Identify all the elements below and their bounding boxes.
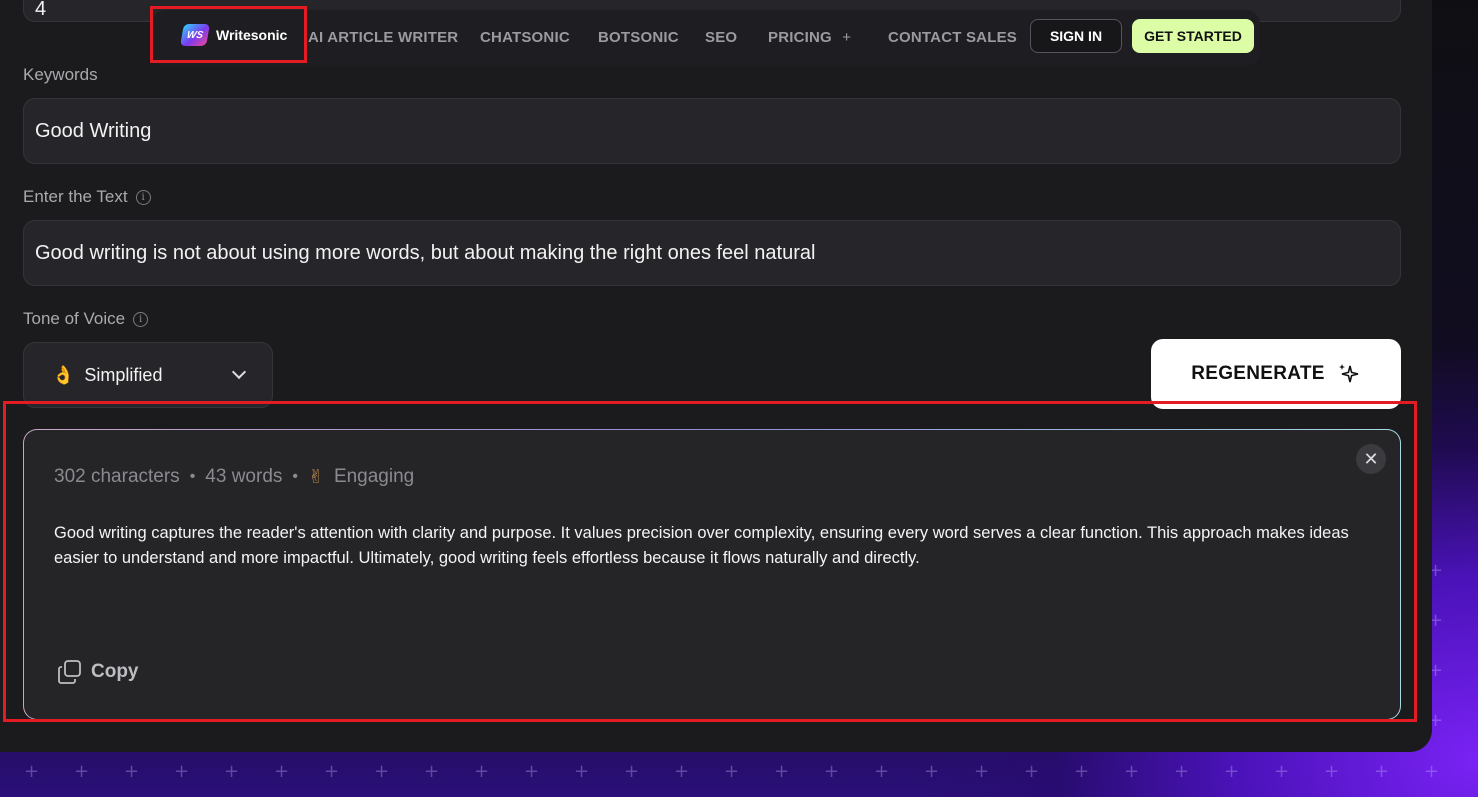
nav-pricing-label: PRICING [768,29,832,46]
keywords-value: Good Writing [35,119,152,142]
nav-seo[interactable]: SEO [705,29,737,46]
keywords-input[interactable]: Good Writing [23,98,1401,164]
get-started-button[interactable]: GET STARTED [1132,19,1254,53]
decorative-plus: + [974,761,990,782]
decorative-plus: + [574,761,590,782]
decorative-plus: + [674,761,690,782]
regenerate-button[interactable]: REGENERATE [1151,339,1401,409]
decorative-plus: + [124,761,140,782]
info-icon[interactable]: i [133,311,149,327]
decorative-plus: + [1374,761,1390,782]
annotation-box-logo [150,6,307,63]
nav-ai-article-writer[interactable]: AI ARTICLE WRITER [308,29,458,46]
nav-pricing[interactable]: PRICING + [768,29,851,46]
decorative-plus: + [374,761,390,782]
top-navbar: WS Writesonic AI ARTICLE WRITER CHATSONI… [152,10,1260,66]
sign-in-button[interactable]: SIGN IN [1030,19,1122,53]
nav-chatsonic[interactable]: CHATSONIC [480,29,570,46]
decorative-plus: + [724,761,740,782]
decorative-plus: + [224,761,240,782]
decorative-plus: + [1324,761,1340,782]
decorative-plus-column: + + + + [1428,560,1478,760]
decorative-plus: + [174,761,190,782]
sparkle-icon [1338,364,1358,383]
enter-text-label-text: Enter the Text [23,187,128,206]
decorative-plus: + [74,761,90,782]
decorative-plus: + [1424,761,1440,782]
decorative-plus: + [924,761,940,782]
decorative-plus: + [824,761,840,782]
tone-select-value: Simplified [84,364,163,385]
decorative-plus: + [1024,761,1040,782]
tone-label: Tone of Voice i [23,309,149,329]
decorative-plus: + [274,761,290,782]
ok-hand-icon: 👌 [52,364,75,386]
decorative-plus-grid: + + + + + + + + + + + + + + + + + + + + + + + + + + + + + [0,760,1478,784]
decorative-plus: + [1224,761,1240,782]
decorative-plus: + [774,761,790,782]
info-icon[interactable]: i [135,189,151,205]
keywords-label: Keywords [23,65,98,85]
decorative-plus: + [1174,761,1190,782]
regenerate-label: REGENERATE [1191,363,1325,384]
keywords-label-text: Keywords [23,65,98,84]
decorative-plus: + [1428,660,1444,681]
decorative-plus: + [1124,761,1140,782]
decorative-plus: + [1428,710,1444,731]
decorative-plus: + [24,761,40,782]
decorative-plus: + [624,761,640,782]
text-input-value: Good writing is not about using more wor… [35,241,816,264]
tone-label-text: Tone of Voice [23,309,126,328]
nav-botsonic[interactable]: BOTSONIC [598,29,679,46]
decorative-plus: + [1074,761,1090,782]
enter-text-label: Enter the Text i [23,187,151,207]
decorative-plus: + [1428,560,1444,581]
decorative-plus: + [874,761,890,782]
decorative-plus: + [1274,761,1290,782]
decorative-plus: + [424,761,440,782]
plus-icon: + [842,29,852,46]
text-input[interactable]: Good writing is not about using more wor… [23,220,1401,286]
annotation-box-output [3,401,1417,722]
chevron-down-icon [231,364,247,380]
decorative-plus: + [1428,610,1444,631]
tone-select[interactable]: 👌 Simplified [23,342,273,408]
top-input-value: 4 [35,0,47,20]
decorative-plus: + [524,761,540,782]
nav-contact-sales[interactable]: CONTACT SALES [888,29,1017,46]
decorative-plus: + [324,761,340,782]
decorative-plus: + [474,761,490,782]
